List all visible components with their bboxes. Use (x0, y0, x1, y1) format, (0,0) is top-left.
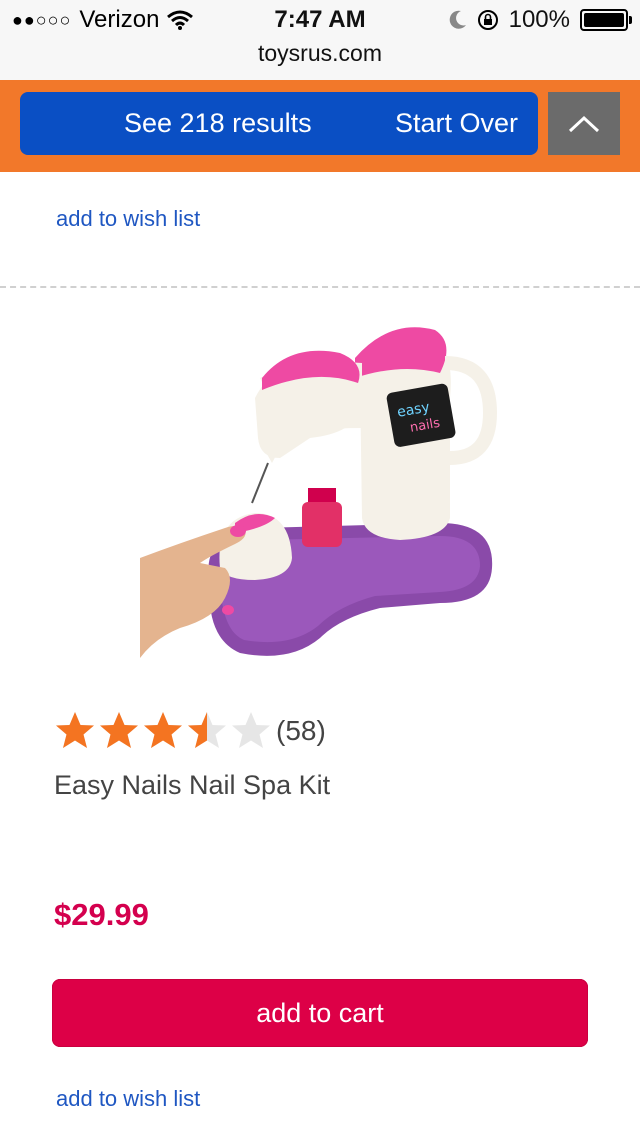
battery-fill (584, 13, 624, 27)
see-results-button[interactable]: See 218 results (124, 108, 312, 139)
filter-bar: See 218 results Start Over (0, 80, 640, 172)
product-price: $29.99 (54, 897, 149, 932)
results-button-bar: See 218 results Start Over (20, 92, 538, 155)
url-bar[interactable]: toysrus.com (0, 40, 640, 67)
product-image[interactable]: easy nails (140, 318, 500, 663)
orientation-lock-icon (477, 10, 498, 30)
star-icon (232, 712, 270, 748)
start-over-button[interactable]: Start Over (395, 108, 518, 139)
previous-wish-list-link[interactable]: add to wish list (56, 206, 200, 232)
star-icon (56, 712, 94, 748)
nail-spa-illustration: easy nails (140, 327, 498, 658)
product-rating[interactable]: (58) (54, 710, 326, 752)
status-icons: 100% (449, 6, 632, 34)
rating-count: (58) (276, 715, 326, 746)
star-icon (144, 712, 182, 748)
product-name-link[interactable]: Easy Nails Nail Spa Kit (54, 770, 330, 801)
product-divider (0, 286, 640, 288)
battery-icon (580, 9, 632, 31)
star-icon (188, 712, 226, 748)
moon-icon (449, 10, 466, 29)
rating-stars (54, 710, 272, 752)
battery-percent: 100% (508, 6, 570, 33)
add-to-cart-button[interactable]: add to cart (52, 979, 588, 1047)
star-icon (100, 712, 138, 748)
chevron-up-icon (568, 115, 600, 132)
status-bar: ●●○○○ Verizon 7:47 AM 100% toysrus.com (0, 0, 640, 80)
collapse-button[interactable] (548, 92, 620, 155)
add-to-wish-list-link[interactable]: add to wish list (56, 1086, 200, 1112)
